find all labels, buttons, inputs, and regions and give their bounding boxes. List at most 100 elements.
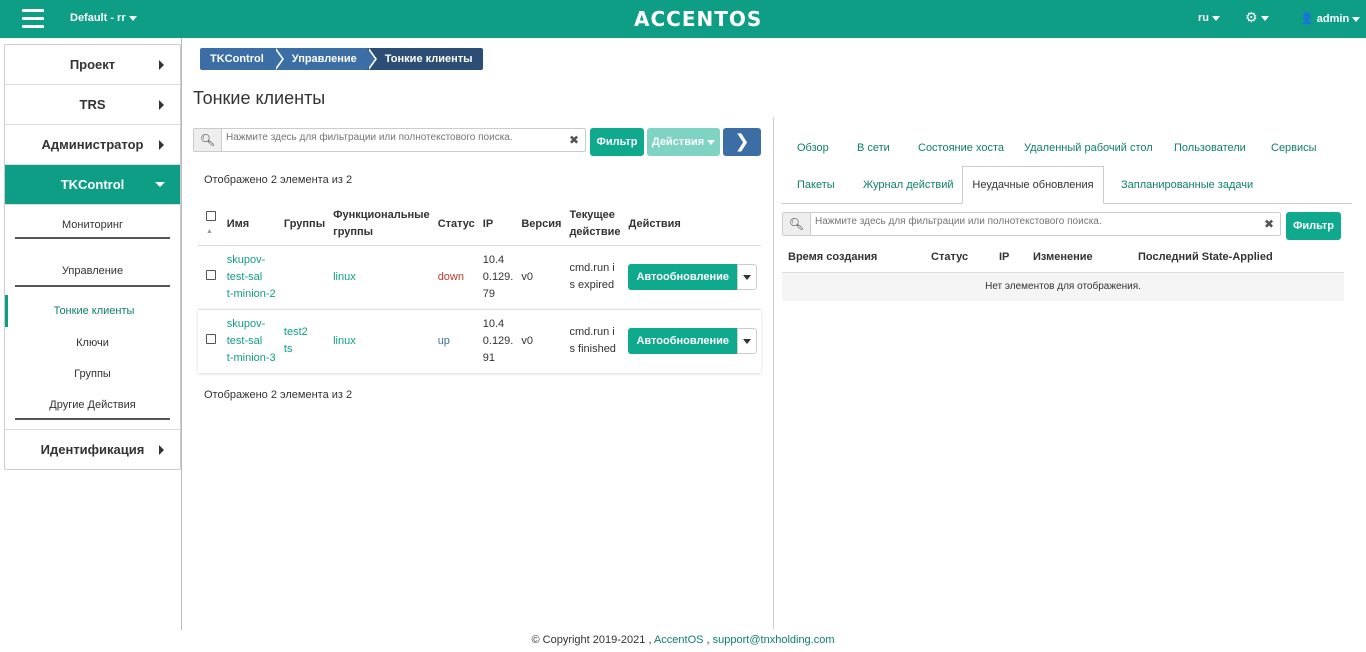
tab-scheduled-tasks[interactable]: Запланированные задачи xyxy=(1121,179,1253,191)
breadcrumb-item-tkcontrol[interactable]: TKControl xyxy=(200,48,284,70)
tab-packages[interactable]: Пакеты xyxy=(797,179,835,191)
brand-link[interactable]: AccentOS xyxy=(654,634,704,646)
menu-icon[interactable] xyxy=(22,9,44,29)
right-search-input[interactable] xyxy=(815,216,1255,227)
col-version: Версия xyxy=(521,217,562,230)
sidebar-sub-management-wrap: Управление xyxy=(5,247,180,295)
language-selector[interactable]: ru xyxy=(1198,12,1220,24)
tab-host-state[interactable]: Состояние хоста xyxy=(918,142,1004,154)
tab-overview[interactable]: Обзор xyxy=(797,142,829,154)
sidebar-item-admin[interactable]: Администратор xyxy=(5,125,180,165)
chevron-down-icon xyxy=(1212,15,1220,21)
sidebar-item-identity[interactable]: Идентификация xyxy=(5,429,180,469)
sort-icon: ▲ xyxy=(206,228,213,236)
sidebar-sub-monitoring[interactable]: Мониторинг xyxy=(15,219,170,239)
sidebar-sub-groups[interactable]: Группы xyxy=(5,359,180,389)
row-ip: 10.4 0.129. 79 xyxy=(478,244,518,309)
tab-online[interactable]: В сети xyxy=(857,142,890,154)
row-name[interactable]: skupov-test-sal t-minion-2 xyxy=(222,244,280,309)
col-change: Изменение xyxy=(1033,251,1093,263)
copyright-text: © Copyright 2019-2021 , xyxy=(531,634,652,646)
user-menu[interactable]: 👤 admin xyxy=(1300,12,1361,25)
row-ip-line2: 0.129. xyxy=(482,270,514,283)
row-current-action-line1: cmd.run i xyxy=(569,262,615,274)
chevron-down-icon xyxy=(743,275,751,280)
row-actions-dropdown[interactable] xyxy=(737,264,757,290)
clear-icon[interactable]: ✖ xyxy=(569,133,579,147)
tab-services[interactable]: Сервисы xyxy=(1271,142,1317,154)
col-ip: IP xyxy=(482,217,494,230)
table-row: skupov-test-sal t-minion-3 test2 ts linux … xyxy=(198,308,761,373)
breadcrumb-item-management[interactable]: Управление xyxy=(273,48,377,70)
col-actions: Действия xyxy=(628,217,681,230)
row-checkbox[interactable] xyxy=(206,269,216,280)
actions-button[interactable]: Действия xyxy=(647,128,720,156)
panel-divider xyxy=(773,117,774,629)
auto-update-button[interactable]: Автообновление xyxy=(628,264,737,290)
table-header: Время создания Статус IP Изменение После… xyxy=(782,243,1344,273)
sidebar-sub-other-wrap: Другие Действия xyxy=(5,389,180,429)
col-func-groups: Функциональные группы xyxy=(329,203,434,245)
sidebar-divider xyxy=(181,38,182,630)
right-filter-button[interactable]: Фильтр xyxy=(1286,212,1341,240)
items-count-bottom: Отображено 2 элемента из 2 xyxy=(204,389,353,401)
user-name: admin xyxy=(1316,13,1350,25)
row-current-action: cmd.run i s expired xyxy=(565,244,625,309)
row-func-groups[interactable]: linux xyxy=(329,244,434,309)
sidebar-sub-keys[interactable]: Ключи xyxy=(5,327,180,359)
footer-separator: , xyxy=(706,634,710,646)
table-row: skupov-test-sal t-minion-2 linux down 10.… xyxy=(198,244,761,309)
row-groups[interactable]: test2 ts xyxy=(279,308,330,373)
select-all-cell: ▲ xyxy=(198,203,223,245)
sidebar-item-project[interactable]: Проект xyxy=(5,45,180,85)
chevron-right-icon xyxy=(159,445,164,455)
settings-menu[interactable]: ⚙ xyxy=(1245,9,1269,26)
row-name-line1: skupov-test-sal xyxy=(226,317,266,347)
row-current-action-line1: cmd.run i xyxy=(569,326,615,339)
thin-clients-table: ▲ Имя Группы Функциональные группы Статус… xyxy=(198,203,761,373)
row-version: v0 xyxy=(517,308,566,373)
row-name[interactable]: skupov-test-sal t-minion-3 xyxy=(222,308,280,373)
next-arrow-button[interactable]: ❯ xyxy=(723,128,761,156)
row-actions-cell: Автообновление xyxy=(624,244,761,309)
row-actions-dropdown[interactable] xyxy=(737,328,757,355)
row-groups-line2: ts xyxy=(283,343,293,356)
sidebar-sub-thin-clients[interactable]: Тонкие клиенты xyxy=(5,295,180,327)
support-email-link[interactable]: support@tnxholding.com xyxy=(713,634,835,646)
filter-button[interactable]: Фильтр xyxy=(590,128,644,156)
sidebar-item-trs[interactable]: TRS xyxy=(5,85,180,125)
chevron-down-icon xyxy=(1352,16,1361,22)
tab-users[interactable]: Пользователи xyxy=(1174,142,1246,154)
items-count-top: Отображено 2 элемента из 2 xyxy=(204,174,353,186)
search-input[interactable] xyxy=(226,132,556,143)
row-current-action: cmd.run i s finished xyxy=(565,308,625,373)
sidebar-item-label: TKControl xyxy=(60,177,125,192)
row-status: down xyxy=(433,244,479,309)
sidebar-sub-management[interactable]: Управление xyxy=(15,265,170,287)
col-last-state-applied: Последний State-Applied xyxy=(1138,251,1273,263)
col-func-groups-line2: группы xyxy=(333,225,374,238)
auto-update-button[interactable]: Автообновление xyxy=(628,328,737,355)
sidebar-sub-other[interactable]: Другие Действия xyxy=(15,399,170,420)
row-ip-line1: 10.4 xyxy=(482,253,505,266)
sidebar-item-label: TRS xyxy=(79,97,106,112)
row-func-groups[interactable]: linux xyxy=(329,308,434,373)
col-name[interactable]: Имя xyxy=(223,203,280,245)
table-header: ▲ Имя Группы Функциональные группы Статус… xyxy=(198,203,761,245)
project-selector[interactable]: Default - rr xyxy=(70,12,137,24)
tab-remote-desktop[interactable]: Удаленный рабочий стол xyxy=(1024,142,1153,154)
tab-action-log[interactable]: Журнал действий xyxy=(863,179,954,191)
logo: ACCENTOS xyxy=(634,7,763,31)
clear-icon[interactable]: ✖ xyxy=(1264,217,1274,231)
chevron-down-icon xyxy=(155,182,165,187)
col-func-groups-line1: Функциональные xyxy=(333,208,430,221)
row-groups[interactable] xyxy=(279,244,330,309)
chevron-down-icon xyxy=(1260,15,1269,21)
row-groups-line1: test2 xyxy=(283,326,308,339)
row-checkbox[interactable] xyxy=(206,333,216,344)
sidebar-item-tkcontrol[interactable]: TKControl xyxy=(5,165,180,205)
tab-failed-updates[interactable]: Неудачные обновления xyxy=(962,166,1104,204)
failed-updates-table: Время создания Статус IP Изменение После… xyxy=(782,243,1344,301)
sidebar-item-label: Идентификация xyxy=(40,442,145,457)
select-all-checkbox[interactable] xyxy=(206,211,216,222)
